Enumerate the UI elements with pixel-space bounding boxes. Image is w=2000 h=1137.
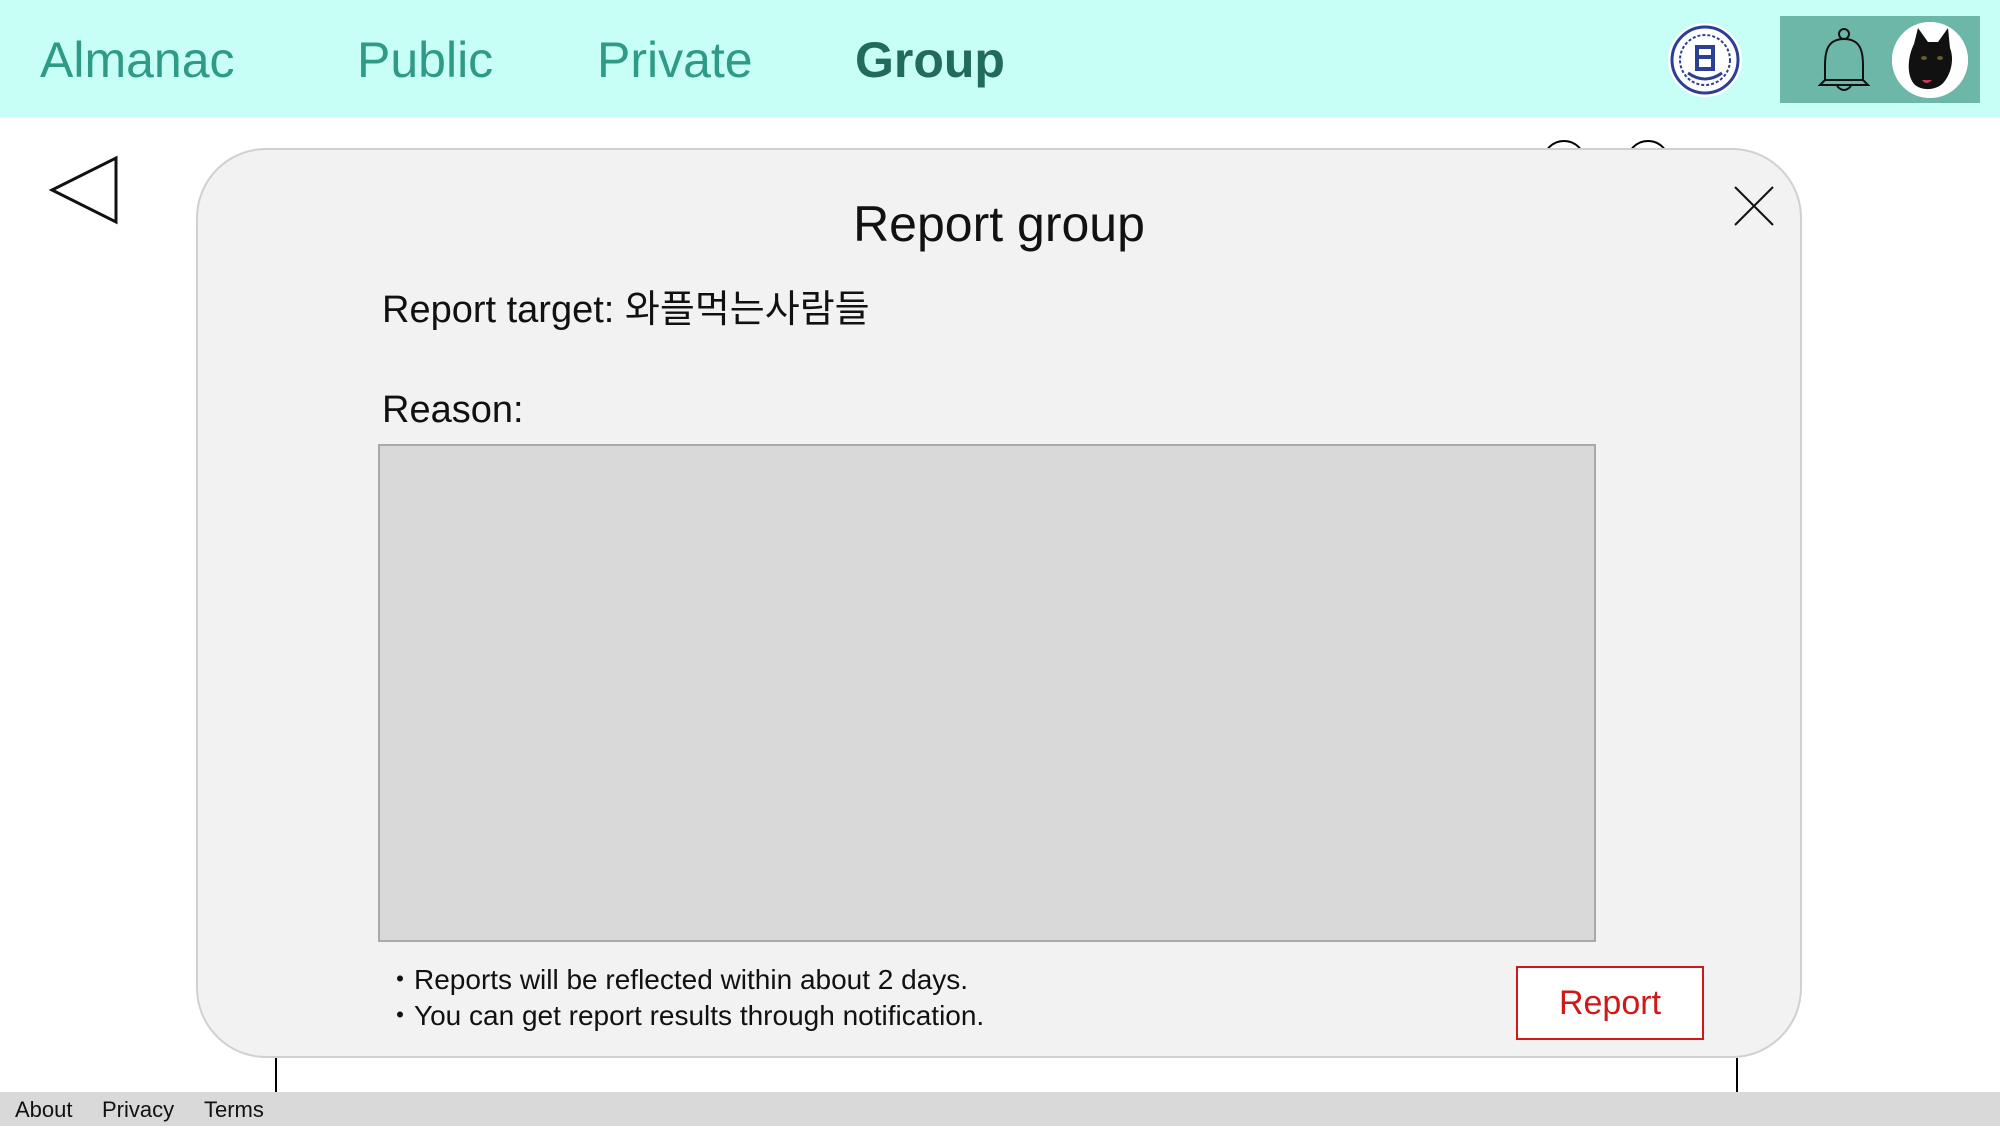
back-triangle-icon[interactable]	[48, 152, 122, 228]
underlying-panel-border	[275, 1058, 277, 1094]
close-x-icon[interactable]	[1732, 184, 1776, 228]
report-target-name: 와플먹는사람들	[624, 289, 870, 331]
user-actions-box	[1780, 16, 1980, 103]
black-cat-avatar-icon	[1892, 22, 1968, 98]
footer-link-privacy[interactable]: Privacy	[102, 1098, 174, 1122]
nav-public[interactable]: Public	[357, 28, 493, 92]
footer-link-terms[interactable]: Terms	[204, 1098, 264, 1122]
reason-input[interactable]	[378, 444, 1596, 942]
footer-link-about[interactable]: About	[15, 1098, 73, 1122]
note-line: ・You can get report results through noti…	[386, 1000, 985, 1031]
university-seal-icon	[1668, 23, 1742, 97]
bell-icon[interactable]	[1813, 26, 1875, 96]
report-target-prefix: Report target:	[382, 289, 625, 331]
brand-almanac[interactable]: Almanac	[40, 28, 235, 92]
reason-label: Reason:	[382, 389, 524, 431]
nav-private[interactable]: Private	[597, 28, 753, 92]
footer: About Privacy Terms	[0, 1092, 2000, 1126]
report-notes: ・Reports will be reflected within about …	[386, 962, 984, 1034]
modal-title: Report group	[853, 196, 1145, 252]
note-line: ・Reports will be reflected within about …	[386, 964, 969, 995]
top-navigation-bar: Almanac Public Private Group	[0, 0, 2000, 117]
report-button[interactable]: Report	[1516, 966, 1704, 1040]
underlying-panel-border	[1736, 1058, 1738, 1094]
report-group-modal: Report group Report target: 와플먹는사람들 Reas…	[196, 148, 1802, 1058]
nav-group[interactable]: Group	[855, 28, 1005, 92]
report-target-label: Report target: 와플먹는사람들	[382, 286, 870, 334]
user-avatar[interactable]	[1892, 22, 1968, 98]
